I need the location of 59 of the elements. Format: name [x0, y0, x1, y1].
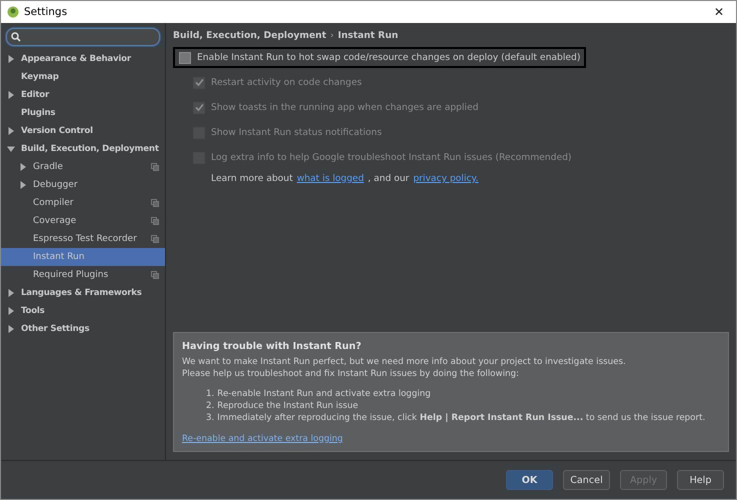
panel-text: We want to make Instant Run perfect, but we need more info about your project to investigate issues. — [182, 356, 627, 368]
link[interactable]: privacy policy. — [413, 173, 478, 184]
checkbox-label: Show Instant Run status notifications — [211, 127, 382, 138]
close-button[interactable]: ✕ — [708, 5, 730, 19]
window-title: Settings — [24, 6, 68, 18]
text: Learn more about — [211, 173, 293, 184]
copy-icon — [151, 199, 159, 207]
copy-icon — [151, 163, 159, 171]
tree-item[interactable]: Coverage — [1, 212, 165, 230]
checkbox-label: Restart activity on code changes — [211, 77, 362, 88]
copy-icon — [151, 235, 159, 243]
step-text: Reproduce the Instant Run issue — [217, 400, 358, 412]
collapsed-arrow-icon[interactable] — [7, 127, 15, 135]
tree-item[interactable]: Keymap — [1, 68, 165, 86]
app-icon — [7, 6, 19, 18]
breadcrumb-separator: › — [330, 30, 334, 40]
tree-item[interactable]: Gradle — [1, 158, 165, 176]
tree-item[interactable]: Debugger — [1, 176, 165, 194]
step-number: 3. — [206, 412, 214, 424]
breadcrumb: Build, Execution, Deployment — [173, 30, 326, 41]
checkbox[interactable] — [179, 52, 191, 64]
panel-text: Please help us troubleshoot and fix Instant Run issues by doing the following: — [182, 368, 520, 380]
collapsed-arrow-icon[interactable] — [7, 289, 15, 297]
tree-item[interactable]: Editor — [1, 86, 165, 104]
dialog-button[interactable]: Cancel — [563, 470, 610, 490]
search-icon — [11, 32, 21, 42]
expanded-arrow-icon[interactable] — [7, 145, 15, 153]
collapsed-arrow-icon[interactable] — [7, 325, 15, 333]
tree-item[interactable]: Build, Execution, Deployment — [1, 140, 165, 158]
tree-item[interactable]: Plugins — [1, 104, 165, 122]
step-text: Re-enable Instant Run and activate extra logging — [217, 388, 431, 400]
panel-title: Having trouble with Instant Run? — [182, 341, 362, 352]
collapsed-arrow-icon[interactable] — [7, 55, 15, 63]
copy-icon — [151, 217, 159, 225]
tree-item[interactable]: Appearance & Behavior — [1, 50, 165, 68]
tree-item[interactable]: Compiler — [1, 194, 165, 212]
step-number: 2. — [206, 400, 214, 412]
copy-icon — [151, 271, 159, 279]
collapsed-arrow-icon[interactable] — [19, 181, 27, 189]
link[interactable]: what is logged — [296, 173, 364, 184]
tree-item[interactable]: Other Settings — [1, 320, 165, 338]
tree-item[interactable]: Espresso Test Recorder — [1, 230, 165, 248]
step-text: Immediately after reproducing the issue, click Help | Report Instant Run Issue... to send us the issue report. — [217, 412, 706, 424]
tree-item[interactable]: Languages & Frameworks — [1, 284, 165, 302]
tree-item[interactable]: Required Plugins — [1, 266, 165, 284]
step-number: 1. — [206, 388, 214, 400]
breadcrumb: Instant Run — [338, 30, 398, 41]
checkbox-label: Log extra info to help Google troubleshoot Instant Run issues (Recommended) — [211, 152, 572, 163]
search-field[interactable] — [6, 28, 160, 46]
tree-item[interactable]: Version Control — [1, 122, 165, 140]
text: , and our — [368, 173, 410, 184]
ok-button[interactable]: OK — [506, 470, 553, 490]
collapsed-arrow-icon[interactable] — [7, 91, 15, 99]
collapsed-arrow-icon[interactable] — [19, 163, 27, 171]
checkbox-label: Enable Instant Run to hot swap code/resource changes on deploy (default enabled) — [197, 52, 580, 63]
tree-item[interactable]: Tools — [1, 302, 165, 320]
dialog-button[interactable]: Help — [677, 470, 724, 490]
checkbox-label: Show toasts in the running app when changes are applied — [211, 102, 478, 113]
collapsed-arrow-icon[interactable] — [7, 307, 15, 315]
